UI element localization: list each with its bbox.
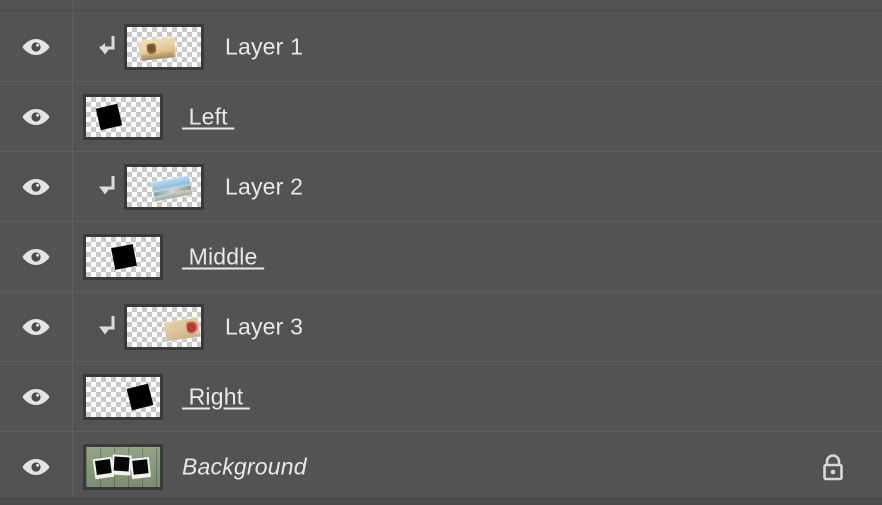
thumbnail-content <box>127 27 201 67</box>
eye-icon <box>22 318 50 335</box>
eye-icon <box>22 108 50 125</box>
layer-thumbnail[interactable] <box>83 93 163 140</box>
thumbnail-content <box>86 237 160 277</box>
blue-sky-photo-thumbnail <box>151 175 193 201</box>
sepia-photo-thumbnail <box>138 36 176 61</box>
thumbnail-content <box>86 97 160 137</box>
layer-row[interactable]: Left <box>0 82 882 152</box>
layer-name-label[interactable]: Background <box>182 453 307 480</box>
panel-bottom-fill <box>0 497 882 505</box>
thumbnail-content <box>86 446 160 487</box>
eye-icon <box>22 38 50 55</box>
polaroid-frame <box>130 456 151 479</box>
visibility-toggle[interactable] <box>0 82 73 151</box>
visibility-toggle[interactable] <box>0 12 73 81</box>
thumbnail-content <box>86 377 160 417</box>
layer-name-label[interactable]: Layer 3 <box>225 313 303 340</box>
layer-row[interactable]: Middle <box>0 222 882 292</box>
layer-name-label[interactable]: Layer 1 <box>225 33 303 60</box>
black-square-mask-middle-thumbnail <box>111 243 137 270</box>
visibility-toggle[interactable] <box>0 362 73 431</box>
layer-name-label[interactable]: Left <box>182 103 234 130</box>
layer-rows: Layer 1 Left Layer 2 Middle Layer 3 Righ… <box>0 12 882 502</box>
clipping-mask-arrow-icon <box>99 315 115 334</box>
eye-icon <box>22 178 50 195</box>
thumbnail-content <box>127 167 201 207</box>
tan-photo-thumbnail <box>163 316 201 342</box>
layers-panel: Layer 1 Left Layer 2 Middle Layer 3 Righ… <box>0 0 882 505</box>
black-square-mask-right-thumbnail <box>126 383 154 410</box>
layer-thumbnail[interactable] <box>124 303 204 350</box>
lock-icon[interactable] <box>820 452 846 482</box>
layer-row[interactable]: Right <box>0 362 882 432</box>
black-square-mask-left-thumbnail <box>95 103 123 130</box>
layer-row[interactable]: Layer 3 <box>0 292 882 362</box>
layer-row[interactable]: Background <box>0 432 882 502</box>
visibility-toggle[interactable] <box>0 222 73 291</box>
clipping-mask-arrow-icon <box>99 35 115 54</box>
eye-icon <box>22 248 50 265</box>
eye-icon <box>22 388 50 405</box>
layer-thumbnail[interactable] <box>83 233 163 280</box>
layer-thumbnail[interactable] <box>83 373 163 420</box>
visibility-toggle[interactable] <box>0 152 73 221</box>
layer-name-label[interactable]: Right <box>182 383 250 410</box>
column-divider <box>73 0 74 11</box>
polaroid-frame <box>111 453 132 476</box>
panel-top-partial-row <box>0 0 882 11</box>
layer-thumbnail[interactable] <box>83 443 163 490</box>
layer-name-label[interactable]: Middle <box>182 243 264 270</box>
clipping-mask-arrow-icon <box>99 175 115 194</box>
eye-icon <box>22 458 50 475</box>
layer-name-label[interactable]: Layer 2 <box>225 173 303 200</box>
layer-thumbnail[interactable] <box>124 23 204 70</box>
layer-row[interactable]: Layer 1 <box>0 12 882 82</box>
layer-thumbnail[interactable] <box>124 163 204 210</box>
layer-row[interactable]: Layer 2 <box>0 152 882 222</box>
thumbnail-content <box>127 307 201 347</box>
visibility-toggle[interactable] <box>0 292 73 361</box>
visibility-toggle[interactable] <box>0 432 73 501</box>
